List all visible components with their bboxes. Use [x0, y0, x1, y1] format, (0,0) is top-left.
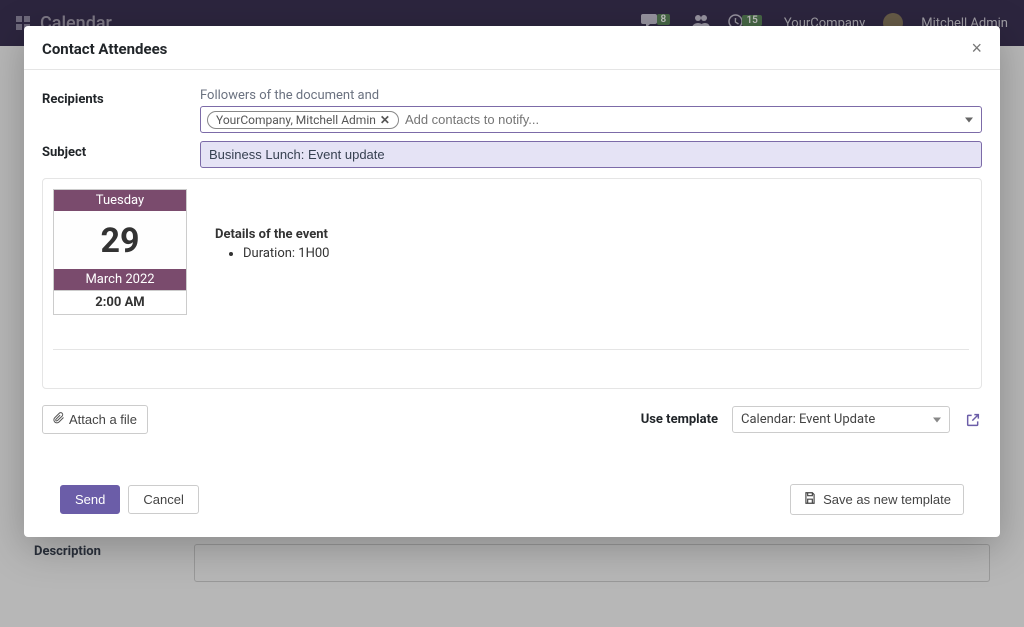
paperclip-icon	[53, 412, 65, 427]
contact-attendees-modal: Contact Attendees × Recipients Followers…	[24, 26, 1000, 537]
recipients-input[interactable]: YourCompany, Mitchell Admin ✕	[200, 106, 982, 133]
cancel-button[interactable]: Cancel	[128, 485, 198, 514]
save-as-template-button[interactable]: Save as new template	[790, 484, 964, 515]
recipients-label: Recipients	[42, 88, 200, 107]
recipient-tag[interactable]: YourCompany, Mitchell Admin ✕	[207, 111, 399, 129]
subject-input[interactable]	[200, 141, 982, 168]
recipient-tag-label: YourCompany, Mitchell Admin	[216, 113, 376, 127]
event-details: Details of the event Duration: 1H00	[215, 189, 330, 261]
save-as-template-label: Save as new template	[823, 492, 951, 507]
template-selected: Calendar: Event Update	[741, 412, 875, 427]
date-month-year: March 2022	[54, 269, 186, 290]
date-time: 2:00 AM	[54, 290, 186, 314]
date-day: 29	[54, 211, 186, 269]
followers-note: Followers of the document and	[200, 88, 982, 103]
subject-label: Subject	[42, 141, 200, 160]
chevron-down-icon[interactable]	[965, 117, 973, 122]
attach-file-button[interactable]: Attach a file	[42, 405, 148, 434]
date-badge: Tuesday 29 March 2022 2:00 AM	[53, 189, 187, 315]
send-button[interactable]: Send	[60, 485, 120, 514]
template-select[interactable]: Calendar: Event Update	[732, 406, 950, 433]
event-duration: Duration: 1H00	[243, 246, 330, 261]
event-body: Tuesday 29 March 2022 2:00 AM Details of…	[42, 178, 982, 389]
external-link-icon[interactable]	[964, 411, 982, 429]
save-icon	[803, 491, 817, 508]
event-details-title: Details of the event	[215, 227, 330, 242]
modal-title: Contact Attendees	[42, 40, 167, 58]
attach-file-label: Attach a file	[69, 412, 137, 427]
date-dow: Tuesday	[54, 190, 186, 211]
modal-overlay: Contact Attendees × Recipients Followers…	[0, 0, 1024, 627]
remove-tag-icon[interactable]: ✕	[380, 113, 390, 127]
use-template-label: Use template	[641, 412, 718, 427]
modal-header: Contact Attendees ×	[24, 26, 1000, 70]
close-button[interactable]: ×	[971, 38, 982, 59]
recipients-text-input[interactable]	[405, 110, 975, 129]
